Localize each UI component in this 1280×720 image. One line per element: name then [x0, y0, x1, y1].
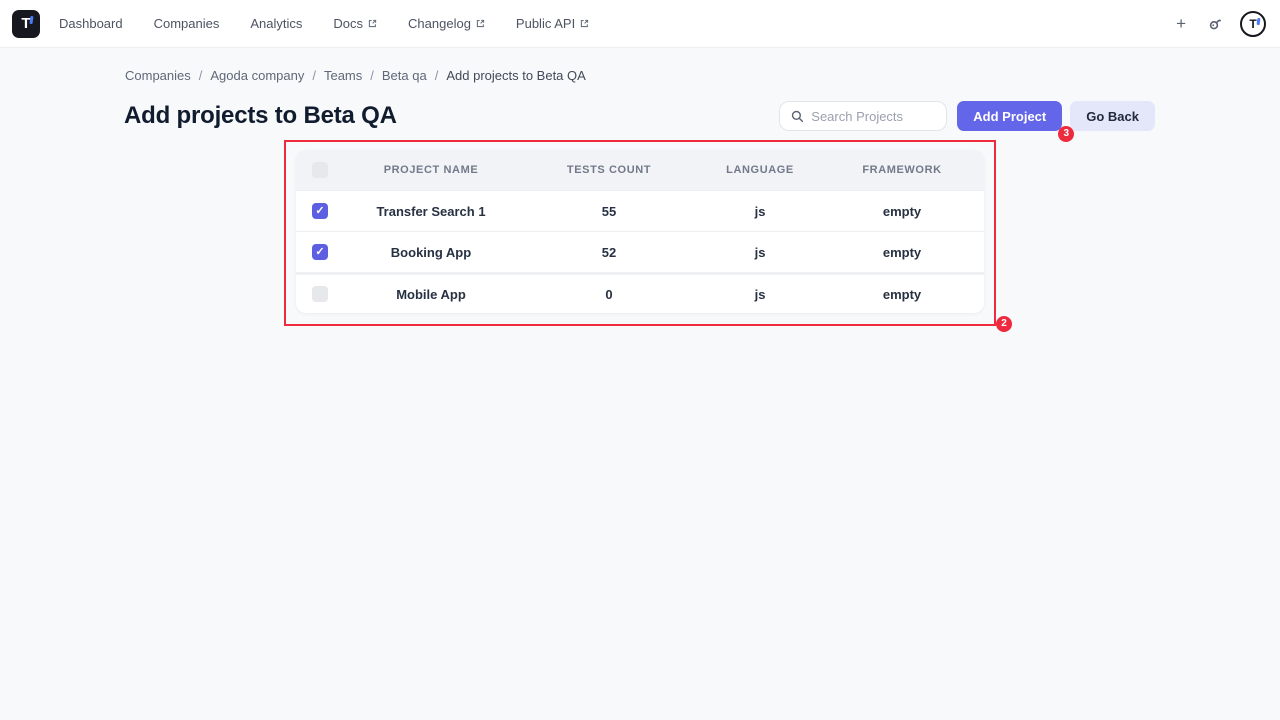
nav-item-label: Dashboard: [59, 16, 123, 31]
table-row[interactable]: Booking App 52 js empty: [296, 231, 984, 272]
framework-cell: empty: [820, 204, 984, 219]
project-name-cell: Transfer Search 1: [344, 204, 518, 219]
topbar-actions: + T: [1172, 11, 1266, 37]
external-link-icon: [476, 19, 485, 28]
projects-table: PROJECT NAME TESTS COUNT LANGUAGE FRAMEW…: [296, 150, 984, 313]
nav-item-label: Analytics: [250, 16, 302, 31]
breadcrumb-companies[interactable]: Companies: [125, 68, 191, 84]
breadcrumb-separator: /: [435, 68, 439, 84]
user-avatar[interactable]: T: [1240, 11, 1266, 37]
nav-item-label: Changelog: [408, 16, 471, 31]
tests-count-cell: 55: [518, 204, 700, 219]
add-project-button[interactable]: Add Project 3: [957, 101, 1062, 131]
column-header-tests-count: TESTS COUNT: [518, 164, 700, 176]
app-logo-accent: [29, 15, 33, 23]
nav-item-public-api[interactable]: Public API: [516, 16, 589, 31]
row-checkbox[interactable]: [312, 286, 328, 302]
annotation-rectangle: PROJECT NAME TESTS COUNT LANGUAGE FRAMEW…: [284, 140, 996, 326]
nav-item-label: Public API: [516, 16, 575, 31]
nav-item-label: Docs: [333, 16, 363, 31]
row-checkbox[interactable]: [312, 244, 328, 260]
page-header: Add projects to Beta QA Add Project 3 Go…: [124, 101, 1155, 131]
nav-menu: Dashboard Companies Analytics Docs Chang…: [59, 16, 620, 31]
language-cell: js: [700, 245, 820, 260]
row-checkbox[interactable]: [312, 203, 328, 219]
search-projects-box: [779, 101, 947, 131]
column-header-project-name: PROJECT NAME: [344, 164, 518, 176]
go-back-button[interactable]: Go Back: [1070, 101, 1155, 131]
table-row[interactable]: Transfer Search 1 55 js empty: [296, 190, 984, 231]
lens-icon[interactable]: [1207, 16, 1223, 32]
annotation-badge-3: 3: [1058, 126, 1074, 142]
annotation-badge-2: 2: [996, 316, 1012, 332]
top-navigation-bar: T Dashboard Companies Analytics Docs Cha…: [0, 0, 1280, 48]
avatar-logo-accent: [1256, 17, 1259, 24]
framework-cell: empty: [820, 245, 984, 260]
tests-count-cell: 0: [518, 287, 700, 302]
column-header-language: LANGUAGE: [700, 164, 820, 176]
breadcrumb: Companies / Agoda company / Teams / Beta…: [125, 68, 1155, 84]
project-name-cell: Booking App: [344, 245, 518, 260]
avatar-letter: T: [1249, 18, 1256, 30]
nav-item-companies[interactable]: Companies: [154, 16, 220, 31]
framework-cell: empty: [820, 287, 984, 302]
table-body: Transfer Search 1 55 js empty Booking Ap…: [296, 190, 984, 313]
breadcrumb-agoda-company[interactable]: Agoda company: [210, 68, 304, 84]
breadcrumb-separator: /: [312, 68, 316, 84]
nav-item-dashboard[interactable]: Dashboard: [59, 16, 123, 31]
breadcrumb-teams[interactable]: Teams: [324, 68, 362, 84]
breadcrumb-beta-qa[interactable]: Beta qa: [382, 68, 427, 84]
table-header-row: PROJECT NAME TESTS COUNT LANGUAGE FRAMEW…: [296, 150, 984, 190]
nav-item-analytics[interactable]: Analytics: [250, 16, 302, 31]
search-projects-input[interactable]: [811, 109, 936, 124]
nav-item-label: Companies: [154, 16, 220, 31]
language-cell: js: [700, 287, 820, 302]
tests-count-cell: 52: [518, 245, 700, 260]
external-link-icon: [368, 19, 377, 28]
app-logo[interactable]: T: [12, 10, 40, 38]
project-name-cell: Mobile App: [344, 287, 518, 302]
table-row[interactable]: Mobile App 0 js empty: [296, 272, 984, 313]
search-icon: [791, 110, 804, 123]
add-project-label: Add Project: [973, 109, 1046, 124]
breadcrumb-separator: /: [199, 68, 203, 84]
language-cell: js: [700, 204, 820, 219]
nav-item-changelog[interactable]: Changelog: [408, 16, 485, 31]
breadcrumb-current-page: Add projects to Beta QA: [446, 68, 585, 84]
page-title: Add projects to Beta QA: [124, 102, 397, 130]
breadcrumb-separator: /: [370, 68, 374, 84]
external-link-icon: [580, 19, 589, 28]
nav-item-docs[interactable]: Docs: [333, 16, 377, 31]
add-icon[interactable]: +: [1172, 13, 1190, 34]
select-all-checkbox[interactable]: [312, 162, 328, 178]
column-header-framework: FRAMEWORK: [820, 164, 984, 176]
